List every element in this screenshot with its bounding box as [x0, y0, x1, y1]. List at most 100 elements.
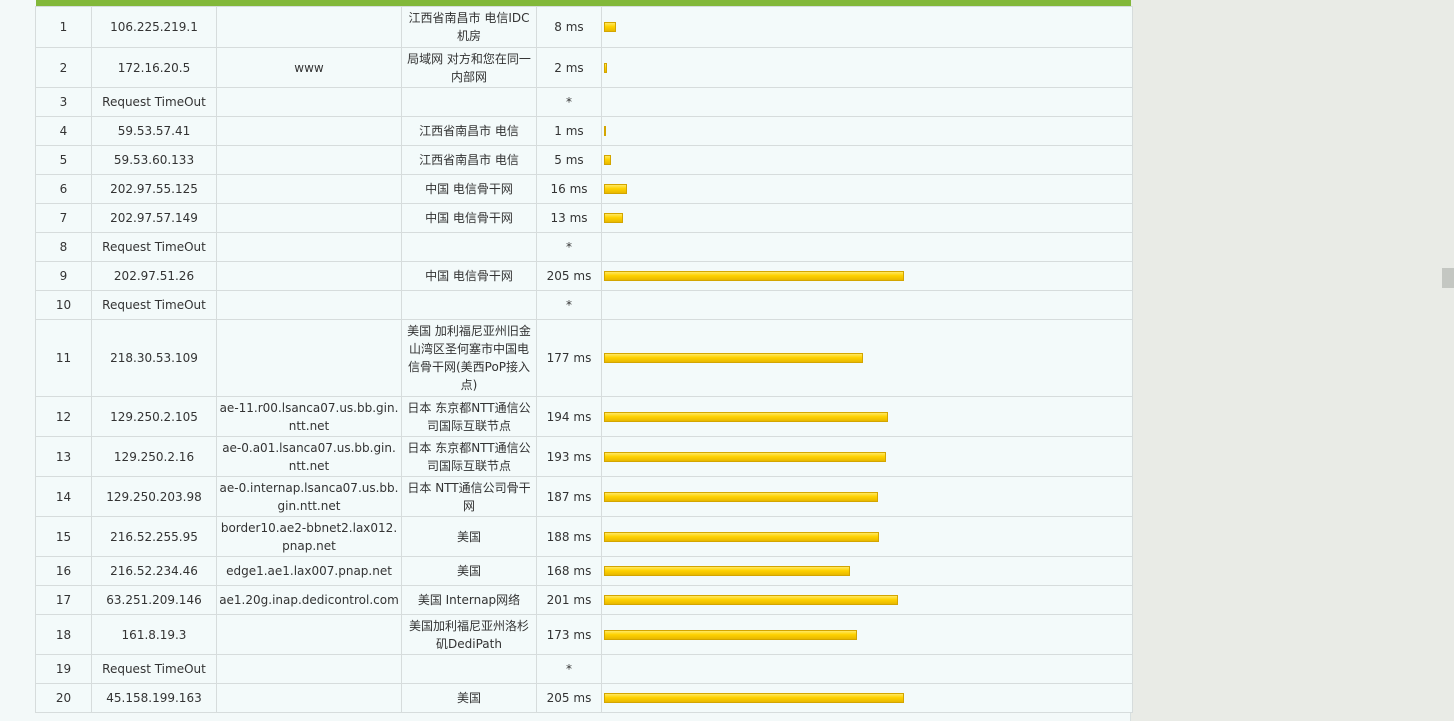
hop-ip: 129.250.2.16 — [91, 436, 217, 477]
hop-hostname — [216, 87, 402, 117]
latency-bar — [604, 629, 857, 640]
hop-hostname — [216, 232, 402, 262]
hop-hostname: border10.ae2-bbnet2.lax012.pnap.net — [216, 516, 402, 557]
hop-ip: 161.8.19.3 — [91, 614, 217, 655]
hop-time: 168 ms — [536, 556, 602, 586]
table-row: 19 Request TimeOut * — [35, 654, 1133, 684]
hop-ip: 202.97.55.125 — [91, 174, 217, 204]
hop-location: 美国 Internap网络 — [401, 585, 537, 615]
hop-hostname — [216, 261, 402, 291]
hop-hostname: ae-11.r00.lsanca07.us.bb.gin.ntt.net — [216, 396, 402, 437]
latency-bar — [604, 451, 886, 462]
hop-hostname — [216, 174, 402, 204]
latency-bar — [604, 531, 879, 542]
hop-latency-bar-cell — [601, 396, 1133, 437]
scrollbar-thumb[interactable] — [1442, 268, 1454, 288]
table-row: 12 129.250.2.105 ae-11.r00.lsanca07.us.bb.… — [35, 396, 1133, 437]
table-row: 7 202.97.57.149 中国 电信骨干网 13 ms — [35, 203, 1133, 233]
hop-ip: Request TimeOut — [91, 654, 217, 684]
hop-time: 205 ms — [536, 261, 602, 291]
latency-bar — [604, 22, 616, 32]
hop-latency-bar-cell — [601, 476, 1133, 517]
hop-ip: 129.250.203.98 — [91, 476, 217, 517]
hop-latency-bar-cell — [601, 654, 1133, 684]
hop-ip: 63.251.209.146 — [91, 585, 217, 615]
latency-bar — [604, 62, 607, 73]
hop-hostname — [216, 145, 402, 175]
table-row: 3 Request TimeOut * — [35, 87, 1133, 117]
hop-latency-bar-cell — [601, 87, 1133, 117]
hop-time: 201 ms — [536, 585, 602, 615]
hop-latency-bar-cell — [601, 436, 1133, 477]
hop-number: 11 — [35, 319, 92, 397]
hop-time: 188 ms — [536, 516, 602, 557]
hop-location: 中国 电信骨干网 — [401, 203, 537, 233]
table-row: 6 202.97.55.125 中国 电信骨干网 16 ms — [35, 174, 1133, 204]
hop-location: 日本 东京都NTT通信公司国际互联节点 — [401, 396, 537, 437]
hop-ip: Request TimeOut — [91, 290, 217, 320]
hop-latency-bar-cell — [601, 232, 1133, 262]
hop-location: 江西省南昌市 电信 — [401, 145, 537, 175]
hop-location: 中国 电信骨干网 — [401, 261, 537, 291]
hop-location: 江西省南昌市 电信 — [401, 116, 537, 146]
hop-location: 美国加利福尼亚州洛杉矶DediPath — [401, 614, 537, 655]
hop-hostname — [216, 6, 402, 48]
hop-number: 10 — [35, 290, 92, 320]
hop-ip: 202.97.57.149 — [91, 203, 217, 233]
hop-hostname — [216, 614, 402, 655]
hop-number: 5 — [35, 145, 92, 175]
hop-number: 16 — [35, 556, 92, 586]
hop-location: 美国 — [401, 683, 537, 713]
hop-ip: 216.52.255.95 — [91, 516, 217, 557]
table-row: 17 63.251.209.146 ae1.20g.inap.dedicontrol… — [35, 585, 1133, 615]
hop-location: 日本 东京都NTT通信公司国际互联节点 — [401, 436, 537, 477]
hop-number: 13 — [35, 436, 92, 477]
latency-bar — [604, 184, 627, 194]
hop-ip: Request TimeOut — [91, 87, 217, 117]
hop-hostname: edge1.ae1.lax007.pnap.net — [216, 556, 402, 586]
hop-location — [401, 290, 537, 320]
hop-location: 局域网 对方和您在同一内部网 — [401, 47, 537, 88]
hop-time: 16 ms — [536, 174, 602, 204]
hop-ip: 129.250.2.105 — [91, 396, 217, 437]
table-row: 15 216.52.255.95 border10.ae2-bbnet2.lax01… — [35, 516, 1133, 557]
hop-hostname — [216, 319, 402, 397]
hop-number: 17 — [35, 585, 92, 615]
table-row: 2 172.16.20.5 www 局域网 对方和您在同一内部网 2 ms — [35, 47, 1133, 88]
latency-bar — [604, 353, 863, 363]
hop-ip: Request TimeOut — [91, 232, 217, 262]
hop-hostname: ae1.20g.inap.dedicontrol.com — [216, 585, 402, 615]
hop-number: 20 — [35, 683, 92, 713]
hop-number: 4 — [35, 116, 92, 146]
hop-ip: 218.30.53.109 — [91, 319, 217, 397]
hop-ip: 59.53.60.133 — [91, 145, 217, 175]
hop-latency-bar-cell — [601, 290, 1133, 320]
hop-ip: 202.97.51.26 — [91, 261, 217, 291]
hop-location: 日本 NTT通信公司骨干网 — [401, 476, 537, 517]
hop-latency-bar-cell — [601, 145, 1133, 175]
hop-number: 14 — [35, 476, 92, 517]
hop-time: 1 ms — [536, 116, 602, 146]
table-row: 13 129.250.2.16 ae-0.a01.lsanca07.us.bb.gi… — [35, 436, 1133, 477]
table-row: 11 218.30.53.109 美国 加利福尼亚州旧金山湾区圣何塞市中国电信骨干网… — [35, 319, 1133, 397]
hop-hostname: www — [216, 47, 402, 88]
hop-time: 5 ms — [536, 145, 602, 175]
traceroute-panel: 1 106.225.219.1 江西省南昌市 电信IDC机房 8 ms 2 172.16.… — [0, 0, 1133, 721]
hop-hostname: ae-0.internap.lsanca07.us.bb.gin.ntt.net — [216, 476, 402, 517]
latency-bar — [604, 693, 904, 703]
traceroute-table: 1 106.225.219.1 江西省南昌市 电信IDC机房 8 ms 2 172.16.… — [35, 6, 1133, 713]
latency-bar — [604, 155, 611, 165]
hop-time: 13 ms — [536, 203, 602, 233]
hop-location: 美国 加利福尼亚州旧金山湾区圣何塞市中国电信骨干网(美西PoP接入点) — [401, 319, 537, 397]
latency-bar — [604, 491, 878, 502]
table-row: 14 129.250.203.98 ae-0.internap.lsanca07.u… — [35, 476, 1133, 517]
hop-latency-bar-cell — [601, 556, 1133, 586]
hop-time: 173 ms — [536, 614, 602, 655]
table-row: 16 216.52.234.46 edge1.ae1.lax007.pnap.net… — [35, 556, 1133, 586]
hop-time: 193 ms — [536, 436, 602, 477]
hop-number: 3 — [35, 87, 92, 117]
hop-number: 8 — [35, 232, 92, 262]
hop-location — [401, 654, 537, 684]
hop-hostname: ae-0.a01.lsanca07.us.bb.gin.ntt.net — [216, 436, 402, 477]
latency-bar — [604, 595, 898, 605]
